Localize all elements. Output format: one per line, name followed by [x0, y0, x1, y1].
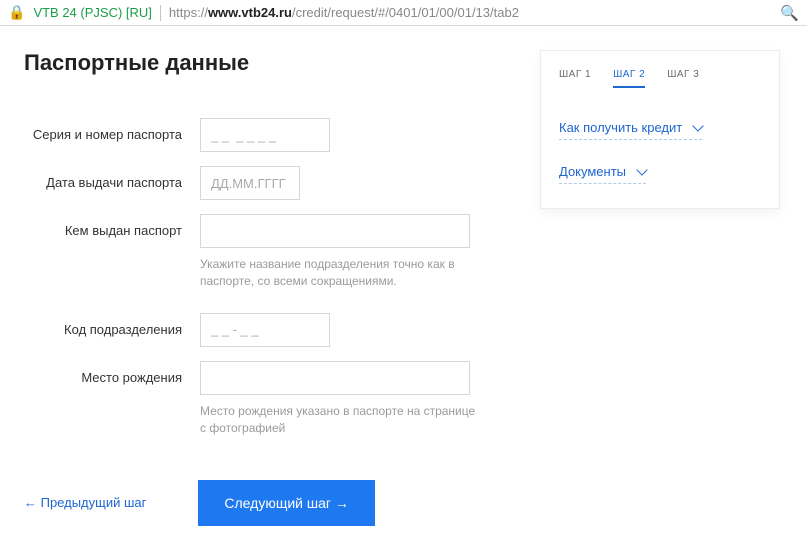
step-1[interactable]: ШАГ 1 — [559, 69, 591, 88]
step-2[interactable]: ШАГ 2 — [613, 69, 645, 88]
chevron-down-icon — [693, 120, 704, 131]
step-tabs: ШАГ 1 ШАГ 2 ШАГ 3 — [559, 69, 761, 88]
hint-birth-place: Место рождения указано в паспорте на стр… — [200, 403, 480, 438]
separator — [160, 5, 161, 21]
chevron-down-icon — [636, 164, 647, 175]
label-dept-code: Код подразделения — [24, 313, 200, 337]
label-issue-date: Дата выдачи паспорта — [24, 166, 200, 190]
page-title: Паспортные данные — [24, 50, 516, 76]
input-dept-code[interactable] — [200, 313, 330, 347]
side-link-docs[interactable]: Документы — [559, 158, 646, 184]
input-issue-date[interactable] — [200, 166, 300, 200]
side-link-how-to[interactable]: Как получить кредит — [559, 114, 702, 140]
side-link-label: Документы — [559, 164, 626, 179]
label-birth-place: Место рождения — [24, 361, 200, 385]
label-passport-sn: Серия и номер паспорта — [24, 118, 200, 142]
step-3[interactable]: ШАГ 3 — [667, 69, 699, 88]
ssl-org: VTB 24 (PJSC) [RU] — [33, 5, 151, 20]
address-bar: 🔒 VTB 24 (PJSC) [RU] https://www.vtb24.r… — [0, 0, 807, 26]
url-scheme: https:// — [169, 5, 208, 20]
form-area: Паспортные данные Серия и номер паспорта… — [24, 50, 516, 526]
prev-step-link[interactable]: ← Предыдущий шаг — [24, 495, 146, 510]
hint-issuer: Укажите название подразделения точно как… — [200, 256, 480, 291]
side-link-label: Как получить кредит — [559, 120, 682, 135]
lock-icon: 🔒 — [8, 4, 25, 21]
url[interactable]: https://www.vtb24.ru/credit/request/#/04… — [169, 5, 519, 20]
sidebar: ШАГ 1 ШАГ 2 ШАГ 3 Как получить кредит До… — [540, 50, 780, 209]
url-host: www.vtb24.ru — [208, 5, 292, 20]
label-issuer: Кем выдан паспорт — [24, 214, 200, 238]
url-path: /credit/request/#/0401/01/00/01/13/tab2 — [292, 5, 519, 20]
input-issuer[interactable] — [200, 214, 470, 248]
input-passport-sn[interactable] — [200, 118, 330, 152]
input-birth-place[interactable] — [200, 361, 470, 395]
search-icon[interactable]: 🔍 — [780, 4, 799, 22]
